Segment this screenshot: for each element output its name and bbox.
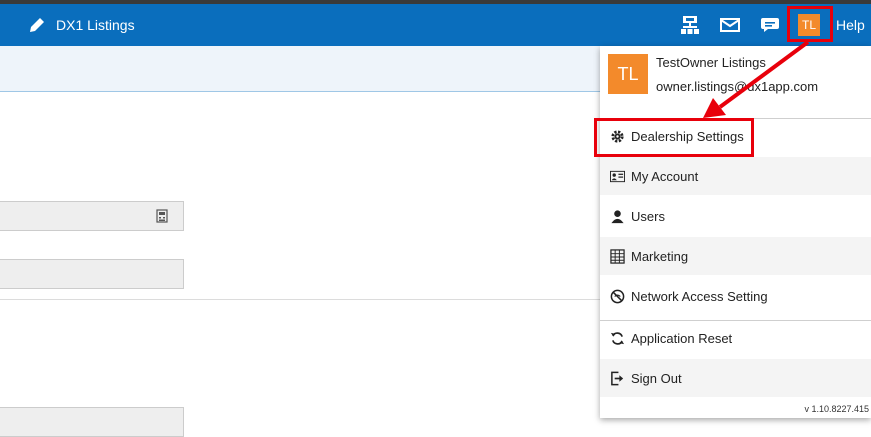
menu-item-label: Dealership Settings [631,128,744,144]
app-title-label: DX1 Listings [56,17,135,33]
menu-item-users[interactable]: Users [600,197,871,235]
form-field-1[interactable] [0,201,184,231]
user-icon [611,209,624,223]
menu-item-network-access-setting[interactable]: Network Access Setting [600,277,871,315]
menu-item-label: Network Access Setting [631,288,768,304]
top-navbar: DX1 Listings TL Help [0,4,871,46]
id-card-icon [610,170,625,182]
menu-item-dealership-settings[interactable]: Dealership Settings [600,117,871,155]
menu-item-my-account[interactable]: My Account [600,157,871,195]
user-menu-avatar: TL [608,54,648,94]
section-divider [0,299,600,300]
menu-item-label: Application Reset [631,330,733,346]
app-title[interactable]: DX1 Listings [28,4,135,46]
org-chart-icon[interactable] [677,12,703,38]
menu-item-sign-out[interactable]: Sign Out [600,359,871,397]
refresh-icon [610,331,625,345]
menu-item-label: Marketing [631,248,689,264]
app-version: v 1.10.8227.415 [804,404,869,414]
menu-item-label: Users [631,208,665,224]
menu-item-label: My Account [631,168,699,184]
user-menu-name: TestOwner Listings [656,55,766,70]
calculator-icon[interactable] [156,209,168,228]
chat-icon[interactable] [757,12,783,38]
mail-icon[interactable] [717,12,743,38]
user-menu-email: owner.listings@dx1app.com [656,79,819,94]
menu-item-marketing[interactable]: Marketing [600,237,871,275]
sign-out-icon [611,371,624,385]
edit-icon [30,18,44,32]
no-network-icon [610,289,625,303]
form-field-3[interactable] [0,407,184,437]
user-menu-dropdown: TL TestOwner Listings owner.listings@dx1… [600,46,871,418]
menu-item-label: Sign Out [631,370,682,386]
help-link[interactable]: Help [836,4,865,46]
table-icon [610,248,625,264]
gear-icon [611,129,624,143]
user-avatar-button[interactable]: TL [798,14,820,36]
form-field-2[interactable] [0,259,184,289]
menu-item-application-reset[interactable]: Application Reset [600,319,871,357]
